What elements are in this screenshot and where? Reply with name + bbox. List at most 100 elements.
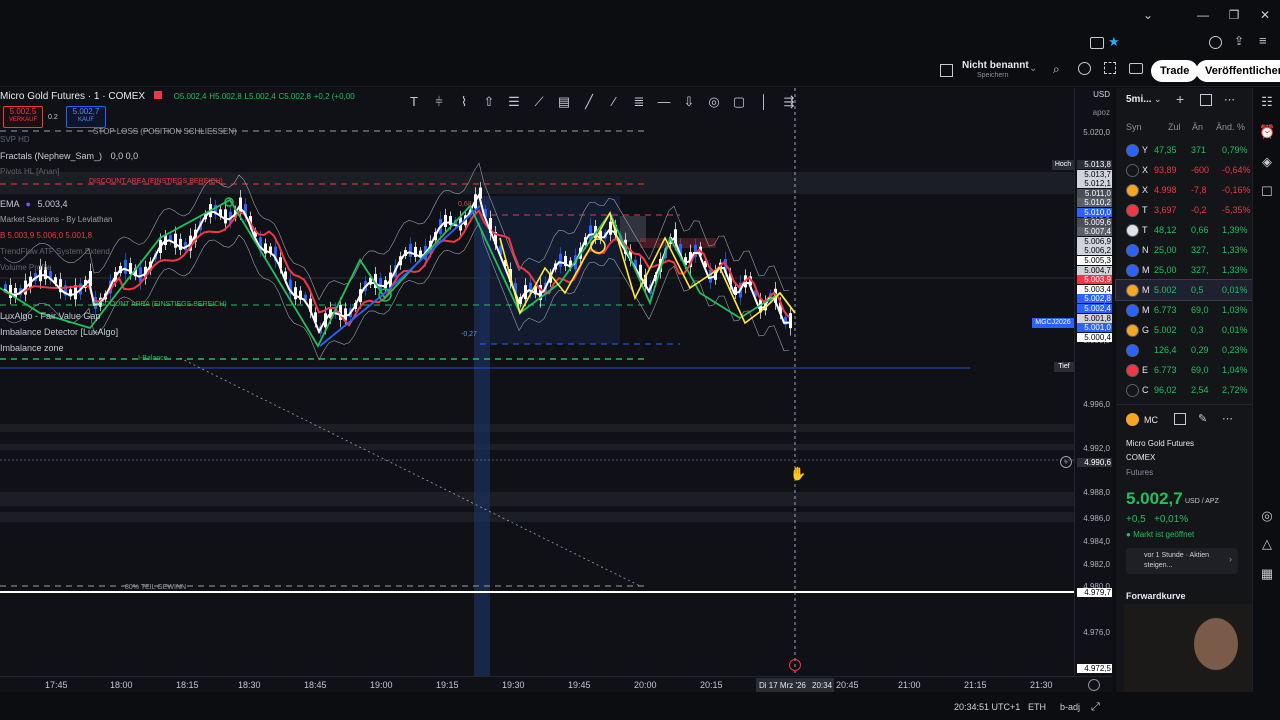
layout-grid-icon[interactable]: [940, 64, 953, 77]
fractals-legend[interactable]: Fractals (Nephew_Sam_) 0,0 0,0: [0, 151, 138, 161]
camera-icon[interactable]: [1129, 63, 1143, 74]
chevron-down-icon[interactable]: ⌄: [1154, 94, 1162, 105]
settings-icon[interactable]: [1078, 62, 1091, 75]
watchlist-row[interactable]: T 48,12 0,66 1,39%: [1116, 220, 1252, 240]
layout-name[interactable]: Nicht benannt: [962, 60, 1029, 71]
ema-legend[interactable]: EMA ● 5.003,4: [0, 199, 68, 209]
minimize-button[interactable]: —: [1193, 6, 1213, 24]
channel-icon[interactable]: ≣: [631, 94, 647, 110]
more-icon[interactable]: ⋯: [1222, 412, 1233, 425]
flag-icon[interactable]: [153, 91, 162, 99]
triangle-icon[interactable]: △: [1259, 536, 1275, 552]
ohlc2-legend[interactable]: B 5.003,9 5.006,0 5.001,8: [0, 231, 92, 240]
add-icon[interactable]: +: [1176, 91, 1184, 107]
news-card[interactable]: vor 1 Stunde · Aktien steigen... ›: [1126, 548, 1238, 574]
detail-exchange[interactable]: COMEX: [1126, 453, 1155, 462]
time-axis[interactable]: Di 17 Mrz '26 20:34 17:45 18:00 18:15 18:30…: [0, 676, 1112, 693]
ray-icon[interactable]: ╱: [581, 94, 597, 110]
more-tools-icon[interactable]: ⇶: [781, 94, 797, 110]
price-label: 4.988,0: [1083, 488, 1110, 497]
brush-icon[interactable]: ⟋: [531, 94, 547, 110]
chevron-down-icon[interactable]: ⌄: [1029, 63, 1037, 74]
fullscreen-icon[interactable]: [1104, 62, 1116, 74]
col-symbol[interactable]: Syn: [1126, 122, 1142, 132]
profile-legend[interactable]: Volume Profile: [0, 263, 52, 272]
status-session[interactable]: ETH: [1028, 702, 1046, 712]
down-arrow-icon[interactable]: ⇩: [681, 94, 697, 110]
star-icon[interactable]: ★: [1108, 34, 1120, 50]
forward-curve-title[interactable]: Forwardkurve: [1126, 591, 1186, 601]
watchlist-row[interactable]: C 96,02 2,54 2,72%: [1116, 380, 1252, 400]
layout-save-label[interactable]: Speichern: [977, 72, 1009, 79]
maximize-button[interactable]: ❐: [1224, 6, 1244, 24]
currency-label[interactable]: USD: [1093, 90, 1110, 99]
col-change-pct[interactable]: Änd. %: [1216, 122, 1245, 132]
watchlist-row[interactable]: Y 47,35 371 0,79%: [1116, 140, 1252, 160]
screenshot-icon[interactable]: [1090, 37, 1104, 49]
chat-icon[interactable]: ☐: [1259, 184, 1275, 200]
layers-icon[interactable]: ◈: [1259, 154, 1275, 170]
text-tool-icon[interactable]: T: [406, 94, 422, 110]
chevron-down-icon[interactable]: ⌄: [1138, 6, 1158, 24]
rectangle-icon[interactable]: ▢: [731, 94, 747, 110]
watchlist-row[interactable]: T 3,697 -0,2 -5,35%: [1116, 200, 1252, 220]
system-legend[interactable]: TrendFlow ATF System Extend: [0, 247, 110, 256]
layout-icon[interactable]: [1200, 94, 1212, 106]
watchlist-icon[interactable]: ☷: [1259, 94, 1275, 110]
watchlist-row[interactable]: M 6.773 69,0 1,03%: [1116, 300, 1252, 320]
price-scale[interactable]: USD apoz 5.020,05.016,05.012,05.008,05.0…: [1074, 88, 1113, 692]
event-marker-icon[interactable]: [789, 659, 801, 671]
imbalance-zone-legend[interactable]: Imbalance zone: [0, 343, 64, 353]
alerts-icon[interactable]: ⏰: [1259, 124, 1275, 140]
target-icon[interactable]: ◎: [1259, 508, 1275, 524]
pivots-legend[interactable]: Pivots HL [Anan]: [0, 167, 59, 176]
expand-icon[interactable]: ⤢: [1091, 701, 1100, 714]
position-icon[interactable]: ▤: [556, 94, 572, 110]
status-adjustment[interactable]: b-adj: [1060, 702, 1080, 712]
fib-icon[interactable]: ☰: [506, 94, 522, 110]
close-button[interactable]: ✕: [1255, 6, 1275, 24]
watchlist-row[interactable]: M 25,00 327, 1,33%: [1116, 260, 1252, 280]
fvg-legend[interactable]: LuxAlgo - Fair Value Gap: [0, 311, 100, 321]
symbol-title[interactable]: Micro Gold Futures · 1 · COMEX: [0, 91, 145, 102]
status-clock[interactable]: 20:34:51 UTC+1: [954, 702, 1020, 712]
watchlist-row[interactable]: X 4.998 -7,8 -0,16%: [1116, 180, 1252, 200]
watchlist-row[interactable]: 126,4 0,29 0,23%: [1116, 340, 1252, 360]
chart-pane[interactable]: Micro Gold Futures · 1 · COMEX O5.002,4 …: [0, 88, 1112, 692]
account-icon[interactable]: [1209, 36, 1222, 49]
watchlist-interval[interactable]: 5mi...: [1126, 94, 1152, 105]
imbalance-detector-legend[interactable]: Imbalance Detector [LuxAlgo]: [0, 327, 118, 337]
watchlist-row[interactable]: X 93,89 -600 -0,64%: [1116, 160, 1252, 180]
watchlist-row[interactable]: M 5.002 0,5 0,01%: [1115, 279, 1253, 301]
detail-short[interactable]: MC: [1144, 415, 1158, 425]
publish-button[interactable]: Veröffentlichen: [1196, 60, 1280, 82]
trendline-icon[interactable]: ⁄: [606, 94, 622, 110]
add-alert-icon[interactable]: +: [1060, 456, 1072, 468]
sessions-legend[interactable]: Market Sessions - By Leviathan: [0, 215, 113, 224]
sell-button[interactable]: 5.002,5 VERKAUF: [3, 106, 43, 128]
col-change[interactable]: Än: [1192, 122, 1203, 132]
buy-button[interactable]: 5.002,7 KAUF: [66, 106, 106, 128]
settings-icon[interactable]: [1088, 679, 1100, 691]
zone-band: [0, 492, 1074, 506]
calendar-icon[interactable]: ▦: [1259, 566, 1275, 582]
watchlist-row[interactable]: E 6.773 69,0 1,04%: [1116, 360, 1252, 380]
share-icon[interactable]: ⇪: [1234, 34, 1244, 48]
more-icon[interactable]: ⋯: [1224, 93, 1235, 106]
col-last[interactable]: Zul: [1168, 122, 1181, 132]
grid-icon[interactable]: [1174, 413, 1186, 425]
detail-name[interactable]: Micro Gold Futures: [1126, 439, 1194, 448]
search-icon[interactable]: ⌕: [1053, 62, 1060, 77]
vp-legend[interactable]: SVP HD: [0, 135, 30, 144]
trade-button[interactable]: Trade: [1151, 60, 1199, 82]
edit-icon[interactable]: ✎: [1198, 412, 1207, 425]
menu-icon[interactable]: ≡: [1259, 33, 1267, 48]
zigzag-icon[interactable]: ⌇: [456, 94, 472, 110]
watchlist-row[interactable]: N 25,00 327, 1,33%: [1116, 240, 1252, 260]
target-icon[interactable]: ◎: [706, 94, 722, 110]
vline-icon[interactable]: │: [756, 94, 772, 110]
hline-icon[interactable]: —: [656, 94, 672, 110]
pitchfork-icon[interactable]: ⫩: [431, 94, 447, 110]
watchlist-row[interactable]: G 5.002 0,3 0,01%: [1116, 320, 1252, 340]
up-arrow-icon[interactable]: ⇧: [481, 94, 497, 110]
